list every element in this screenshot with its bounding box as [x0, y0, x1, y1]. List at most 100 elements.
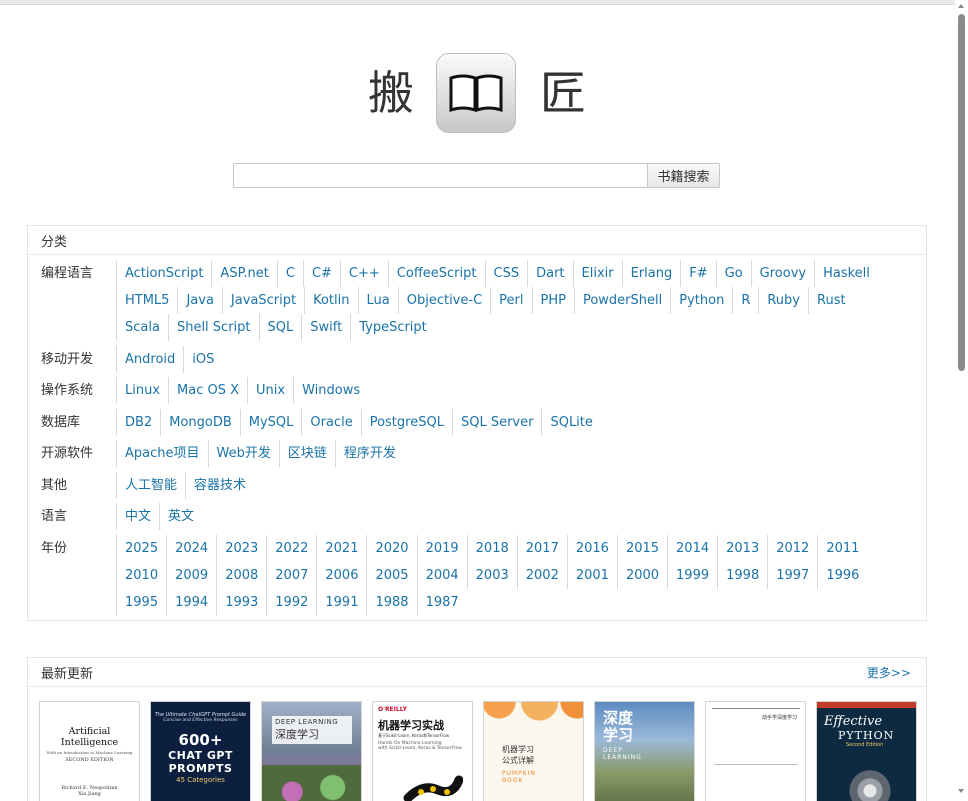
- category-link[interactable]: 2015: [616, 535, 667, 562]
- more-link[interactable]: 更多>>: [867, 664, 911, 681]
- category-link[interactable]: 2012: [767, 535, 817, 562]
- category-link[interactable]: JavaScript: [221, 287, 304, 314]
- category-link[interactable]: R: [732, 287, 758, 314]
- book-cover-chatgpt[interactable]: The Ultimate ChatGPT Prompt Guide Concis…: [150, 701, 251, 801]
- book-cover-ml-formula[interactable]: 机器学习 公式详解 PUMPKIN BOOK: [483, 701, 584, 801]
- category-link[interactable]: 1993: [216, 589, 266, 616]
- category-link[interactable]: 2020: [366, 535, 416, 562]
- category-link[interactable]: CoffeeScript: [387, 260, 485, 287]
- category-link[interactable]: C: [276, 260, 303, 287]
- category-link[interactable]: Scala: [116, 314, 168, 341]
- category-link[interactable]: Elixir: [572, 260, 622, 287]
- category-link[interactable]: Windows: [293, 377, 368, 404]
- category-link[interactable]: HTML5: [116, 287, 177, 314]
- category-link[interactable]: 1998: [717, 562, 767, 589]
- category-link[interactable]: 2008: [216, 562, 266, 589]
- category-link[interactable]: Web开发: [207, 440, 279, 467]
- category-link[interactable]: 容器技术: [185, 472, 254, 499]
- category-link[interactable]: MySQL: [239, 409, 302, 436]
- category-link[interactable]: F#: [680, 260, 715, 287]
- category-link[interactable]: Objective-C: [397, 287, 490, 314]
- category-link[interactable]: 1992: [266, 589, 316, 616]
- category-link[interactable]: Apache项目: [116, 440, 208, 467]
- category-link[interactable]: Java: [177, 287, 221, 314]
- category-link[interactable]: C#: [302, 260, 340, 287]
- category-link[interactable]: 2018: [466, 535, 517, 562]
- category-link[interactable]: 2009: [166, 562, 216, 589]
- category-link[interactable]: 英文: [159, 503, 202, 530]
- category-link[interactable]: SQLite: [541, 409, 600, 436]
- scroll-thumb[interactable]: [958, 14, 965, 371]
- category-link[interactable]: 1988: [366, 589, 416, 616]
- book-cover-ml-practice[interactable]: O'REILLY 机器学习实战 基于Scikit-Learn, Keras和Te…: [372, 701, 473, 801]
- category-link[interactable]: 1987: [416, 589, 467, 616]
- scroll-down-arrow-icon[interactable]: [958, 789, 964, 793]
- category-link[interactable]: PHP: [531, 287, 574, 314]
- book-cover-dl-white[interactable]: 动手学深度学习: [705, 701, 806, 801]
- category-link[interactable]: Mac OS X: [168, 377, 247, 404]
- category-link[interactable]: 2003: [466, 562, 517, 589]
- category-link[interactable]: 2023: [216, 535, 266, 562]
- category-link[interactable]: ASP.net: [211, 260, 276, 287]
- category-link[interactable]: Dart: [527, 260, 572, 287]
- category-link[interactable]: 1997: [767, 562, 817, 589]
- category-link[interactable]: 2016: [566, 535, 617, 562]
- category-link[interactable]: Android: [116, 346, 183, 373]
- category-link[interactable]: MongoDB: [160, 409, 240, 436]
- category-link[interactable]: CSS: [484, 260, 528, 287]
- category-link[interactable]: Swift: [301, 314, 350, 341]
- vertical-scrollbar[interactable]: [955, 0, 968, 801]
- category-link[interactable]: Unix: [247, 377, 293, 404]
- category-link[interactable]: Rust: [808, 287, 854, 314]
- category-link[interactable]: 1994: [166, 589, 216, 616]
- search-button[interactable]: 书籍搜索: [647, 163, 720, 188]
- category-link[interactable]: Go: [715, 260, 751, 287]
- category-link[interactable]: PowderShell: [573, 287, 670, 314]
- category-link[interactable]: 区块链: [278, 440, 335, 467]
- category-link[interactable]: iOS: [183, 346, 222, 373]
- category-link[interactable]: Oracle: [301, 409, 360, 436]
- category-link[interactable]: 1995: [116, 589, 166, 616]
- category-link[interactable]: 1999: [667, 562, 717, 589]
- category-link[interactable]: Linux: [116, 377, 168, 404]
- category-link[interactable]: SQL Server: [451, 409, 542, 436]
- category-link[interactable]: 2021: [316, 535, 366, 562]
- category-link[interactable]: Erlang: [621, 260, 681, 287]
- category-link[interactable]: 1991: [316, 589, 366, 616]
- search-input[interactable]: [233, 163, 647, 188]
- book-cover-deep-learning-2[interactable]: 深度 学习 DEEP LEARNING: [594, 701, 695, 801]
- category-link[interactable]: 2024: [166, 535, 216, 562]
- category-link[interactable]: 2007: [266, 562, 316, 589]
- category-link[interactable]: 2022: [266, 535, 316, 562]
- category-link[interactable]: ActionScript: [116, 260, 211, 287]
- category-link[interactable]: SQL: [258, 314, 302, 341]
- category-link[interactable]: 2002: [516, 562, 567, 589]
- category-link[interactable]: Haskell: [814, 260, 878, 287]
- category-link[interactable]: Lua: [357, 287, 398, 314]
- category-link[interactable]: 2025: [116, 535, 166, 562]
- book-cover-ai[interactable]: Artificial Intelligence With an Introduc…: [39, 701, 140, 801]
- category-link[interactable]: 1996: [817, 562, 867, 589]
- category-link[interactable]: C++: [339, 260, 388, 287]
- category-link[interactable]: Groovy: [750, 260, 814, 287]
- category-link[interactable]: Python: [670, 287, 732, 314]
- category-link[interactable]: 2019: [416, 535, 467, 562]
- category-link[interactable]: Perl: [490, 287, 531, 314]
- category-link[interactable]: 人工智能: [116, 472, 185, 499]
- category-link[interactable]: 2000: [616, 562, 667, 589]
- category-link[interactable]: 2010: [116, 562, 166, 589]
- category-link[interactable]: 中文: [116, 503, 159, 530]
- category-link[interactable]: 2004: [416, 562, 467, 589]
- category-link[interactable]: 2006: [316, 562, 366, 589]
- category-link[interactable]: 2013: [717, 535, 767, 562]
- category-link[interactable]: DB2: [116, 409, 160, 436]
- category-link[interactable]: 2017: [516, 535, 567, 562]
- category-link[interactable]: Ruby: [758, 287, 808, 314]
- category-link[interactable]: TypeScript: [350, 314, 435, 341]
- category-link[interactable]: PostgreSQL: [360, 409, 452, 436]
- site-logo[interactable]: 搬 匠: [368, 52, 586, 134]
- category-link[interactable]: 2005: [366, 562, 416, 589]
- category-link[interactable]: 2014: [667, 535, 717, 562]
- category-link[interactable]: 2011: [817, 535, 867, 562]
- category-link[interactable]: 程序开发: [334, 440, 404, 467]
